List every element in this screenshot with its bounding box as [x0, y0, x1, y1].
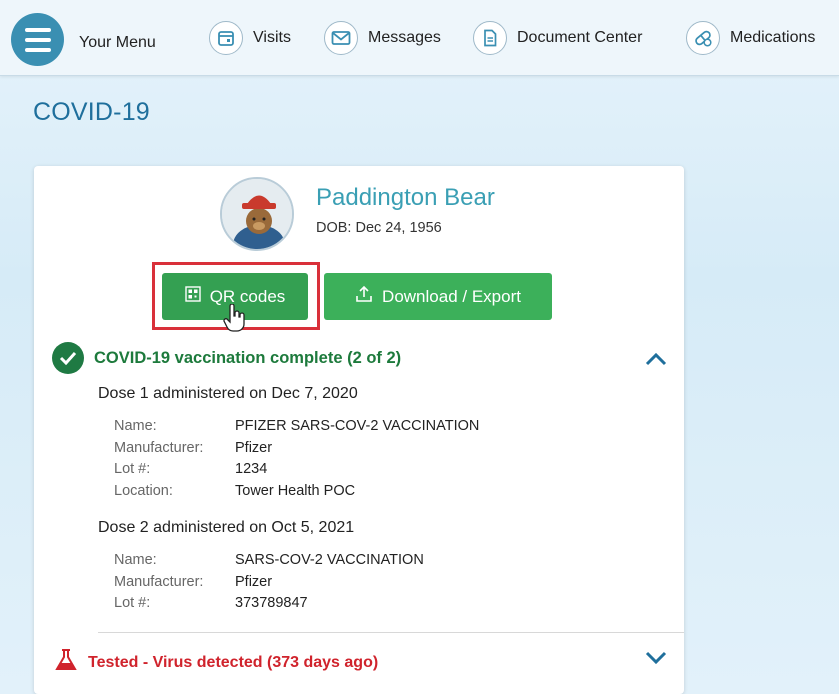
field-value: Pfizer [235, 439, 273, 456]
chevron-down-icon[interactable] [645, 651, 667, 665]
field-key: Manufacturer: [114, 573, 204, 590]
field-key: Lot #: [114, 461, 151, 477]
nav-document-center-label: Document Center [517, 29, 643, 46]
field-key: Name: [114, 418, 157, 434]
check-circle-icon [52, 342, 84, 374]
nav-document-center[interactable]: Document Center [473, 21, 642, 55]
section-divider [98, 632, 684, 633]
document-icon [473, 21, 507, 55]
dose-1-details: Name: PFIZER SARS-COV-2 VACCINATION Manuf… [114, 416, 479, 502]
patient-avatar [220, 177, 294, 251]
field-value: 1234 [235, 461, 268, 477]
top-nav-bar: Your Menu Visits Messages Document Cente… [0, 0, 839, 76]
chevron-up-icon[interactable] [645, 352, 667, 366]
page-title: COVID-19 [33, 98, 150, 126]
flask-icon [54, 648, 78, 677]
dose-1-name-row: Name: PFIZER SARS-COV-2 VACCINATION [114, 416, 479, 438]
dose-2-lot-row: Lot #: 373789847 [114, 593, 424, 615]
dose-2-title: Dose 2 administered on Oct 5, 2021 [98, 519, 355, 536]
upload-icon [355, 285, 373, 308]
nav-messages[interactable]: Messages [324, 21, 441, 55]
vaccination-status-title: COVID-19 vaccination complete (2 of 2) [94, 348, 402, 367]
patient-name: Paddington Bear [316, 184, 495, 211]
nav-messages-label: Messages [368, 29, 441, 46]
dose-1-location-row: Location: Tower Health POC [114, 481, 479, 503]
dose-1-manufacturer-row: Manufacturer: Pfizer [114, 438, 479, 460]
dose-2-name-row: Name: SARS-COV-2 VACCINATION [114, 550, 424, 572]
calendar-icon [209, 21, 243, 55]
test-status-header[interactable]: Tested - Virus detected (373 days ago) [54, 648, 378, 677]
field-value: 373789847 [235, 595, 308, 611]
field-key: Location: [114, 482, 173, 499]
nav-medications-label: Medications [730, 29, 816, 46]
field-value: Pfizer [235, 573, 273, 590]
field-key: Name: [114, 552, 157, 568]
field-value: PFIZER SARS-COV-2 VACCINATION [235, 418, 480, 434]
patient-dob: DOB: Dec 24, 1956 [316, 220, 442, 236]
dose-1-title: Dose 1 administered on Dec 7, 2020 [98, 385, 358, 402]
field-key: Manufacturer: [114, 439, 204, 456]
dose-2-details: Name: SARS-COV-2 VACCINATION Manufacturer… [114, 550, 424, 615]
vaccination-status-header[interactable]: COVID-19 vaccination complete (2 of 2) [52, 342, 401, 374]
nav-your-menu-label: Your Menu [79, 34, 156, 51]
nav-visits[interactable]: Visits [209, 21, 291, 55]
dose-1-lot-row: Lot #: 1234 [114, 459, 479, 481]
nav-visits-label: Visits [253, 29, 291, 46]
download-export-button[interactable]: Download / Export [324, 273, 552, 320]
pills-icon [686, 21, 720, 55]
test-status-title: Tested - Virus detected (373 days ago) [88, 653, 379, 671]
nav-your-menu[interactable]: Your Menu [79, 26, 156, 60]
hand-cursor-icon [223, 304, 245, 332]
download-export-label: Download / Export [382, 286, 521, 306]
field-value: Tower Health POC [235, 482, 356, 499]
dose-2-manufacturer-row: Manufacturer: Pfizer [114, 572, 424, 594]
hamburger-menu-icon[interactable] [11, 13, 64, 66]
field-value: SARS-COV-2 VACCINATION [235, 552, 424, 568]
envelope-icon [324, 21, 358, 55]
nav-medications[interactable]: Medications [686, 21, 815, 55]
field-key: Lot #: [114, 595, 151, 611]
